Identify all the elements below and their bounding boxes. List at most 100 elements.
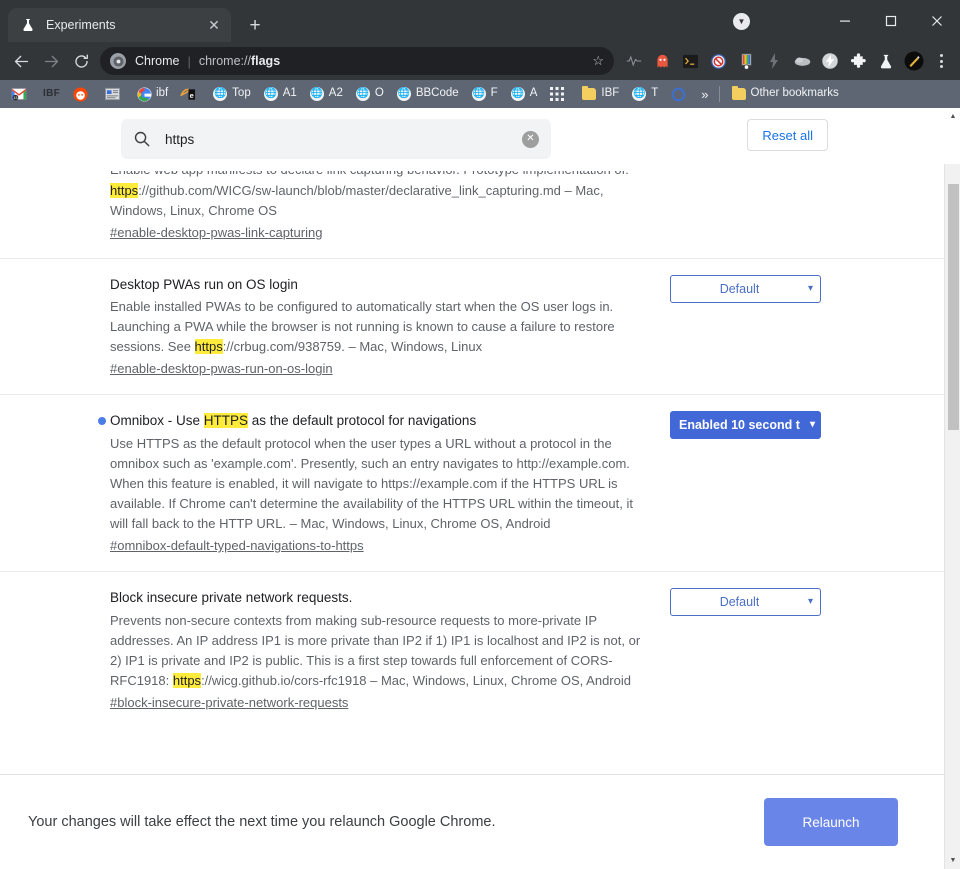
bookmark-gmail[interactable]: 13 (6, 83, 36, 105)
bookmark-bbcode[interactable]: 🌐 BBCode (391, 83, 464, 105)
desc-post: ://github.com/WICG/sw-launch/blob/master… (110, 183, 604, 218)
flags-list: Mac, Windows, Linux, Chrome OS, Android … (0, 108, 944, 768)
flag-row: Desktop PWAs run on OS login Enable inst… (0, 259, 944, 396)
flag-control: Enabled 10 second ti ▾ (650, 411, 916, 555)
flag-select[interactable]: Default ▾ (670, 275, 821, 303)
chevron-down-icon: ▾ (808, 284, 813, 294)
back-icon[interactable] (6, 46, 36, 76)
url-prefix: chrome:// (199, 54, 251, 68)
search-input[interactable]: https (165, 132, 522, 147)
extensions-strip (620, 46, 954, 76)
address-bar[interactable]: Chrome | chrome://flags ☆ (100, 47, 614, 75)
bookmark-refresh[interactable] (665, 83, 695, 105)
flags-viewport: Mac, Windows, Linux, Chrome OS, Android … (0, 108, 944, 869)
flag-row: Block insecure private network requests.… (0, 572, 944, 728)
google-icon (136, 86, 152, 102)
forward-icon[interactable] (36, 46, 66, 76)
omnibox-url: chrome://flags (199, 54, 592, 68)
bookmark-top[interactable]: 🌐 Top (207, 83, 256, 105)
window-controls-area: ▼ (733, 0, 960, 42)
minimize-button[interactable] (822, 0, 868, 42)
bookmark-o[interactable]: 🌐 O (350, 83, 389, 105)
news-icon (104, 86, 120, 102)
bookmark-label: O (375, 88, 384, 100)
flag-select[interactable]: Enabled 10 second ti ▾ (670, 411, 821, 439)
bookmark-news[interactable] (99, 83, 129, 105)
ext-pulse-icon[interactable] (622, 49, 646, 73)
globe-icon: 🌐 (471, 86, 487, 102)
browser-window: Experiments ✕ + ▼ (0, 0, 960, 869)
flag-description: Enable installed PWAs to be configured t… (110, 297, 650, 357)
reddit-icon (72, 86, 88, 102)
ext-terminal-icon[interactable] (678, 49, 702, 73)
chrome-flags-page: Mac, Windows, Linux, Chrome OS, Android … (0, 108, 960, 869)
apps-grid-icon (549, 86, 565, 102)
refresh-circle-icon (670, 86, 686, 102)
ext-blocker-icon[interactable] (706, 49, 730, 73)
bookmark-label: T (651, 88, 658, 100)
ext-puzzle-icon[interactable] (846, 49, 870, 73)
svg-text:13: 13 (13, 96, 17, 100)
search-match-highlight: HTTPS (204, 413, 248, 428)
chrome-logo-icon (110, 53, 126, 69)
bookmark-f[interactable]: 🌐 F (466, 83, 503, 105)
bookmark-a2[interactable]: 🌐 A2 (304, 83, 348, 105)
globe-icon: 🌐 (510, 86, 526, 102)
new-tab-button[interactable]: + (241, 11, 269, 39)
bookmark-a1[interactable]: 🌐 A1 (258, 83, 302, 105)
flag-select[interactable]: Default ▾ (670, 588, 821, 616)
title-post: as the default protocol for navigations (248, 413, 476, 428)
ext-ghostery-icon[interactable] (650, 49, 674, 73)
relaunch-button[interactable]: Relaunch (764, 798, 898, 846)
folder-icon (581, 86, 597, 102)
close-icon[interactable]: ✕ (205, 16, 223, 34)
reset-all-button[interactable]: Reset all (747, 119, 828, 151)
chevron-down-icon: ▾ (808, 597, 813, 607)
bookmark-label: ibf (156, 88, 168, 100)
scrollbar-thumb[interactable] (948, 184, 959, 430)
svg-text:e: e (190, 90, 194, 99)
ext-flash-icon[interactable] (818, 49, 842, 73)
ext-bolt-icon[interactable] (762, 49, 786, 73)
flag-anchor-link[interactable]: #enable-desktop-pwas-link-capturing (110, 225, 322, 240)
reload-icon[interactable] (66, 46, 96, 76)
scroll-up-arrow-icon[interactable]: ▲ (945, 108, 960, 125)
flag-row-modified: Omnibox - Use HTTPS as the default proto… (0, 395, 944, 572)
search-icon (133, 130, 151, 148)
bookmark-ibf-1[interactable]: IBF (38, 83, 65, 105)
bookmarks-overflow-icon[interactable]: » (697, 87, 712, 102)
modified-dot-icon (98, 417, 106, 425)
bookmark-folder-ibf[interactable]: IBF (576, 83, 624, 105)
bookmark-reddit[interactable] (67, 83, 97, 105)
chrome-menu-icon[interactable] (928, 46, 954, 76)
bookmark-t[interactable]: 🌐 T (626, 83, 663, 105)
relaunch-message: Your changes will take effect the next t… (28, 814, 764, 830)
bookmark-google-ibf[interactable]: ibf (131, 83, 173, 105)
ext-flask-icon[interactable] (874, 49, 898, 73)
page-scrollbar[interactable]: ▲ ▼ (944, 108, 960, 869)
flag-anchor-link[interactable]: #enable-desktop-pwas-run-on-os-login (110, 361, 333, 376)
bookmark-label: A1 (283, 88, 297, 100)
maximize-button[interactable] (868, 0, 914, 42)
flag-anchor-link[interactable]: #block-insecure-private-network-requests (110, 695, 348, 710)
bookmark-other-folder[interactable]: Other bookmarks (726, 83, 844, 105)
title-pre: Omnibox - Use (110, 413, 204, 428)
scroll-down-arrow-icon[interactable]: ▼ (945, 852, 960, 869)
flag-title: Desktop PWAs run on OS login (110, 275, 650, 295)
bookmark-a[interactable]: 🌐 A (505, 83, 543, 105)
flag-anchor-link[interactable]: #omnibox-default-typed-navigations-to-ht… (110, 538, 364, 553)
ext-cloud-icon[interactable] (790, 49, 814, 73)
ext-profile-icon[interactable] (902, 49, 926, 73)
clear-search-icon[interactable]: ✕ (522, 131, 539, 148)
flag-select-value: Default (720, 595, 760, 609)
ext-colorpicker-icon[interactable] (734, 49, 758, 73)
bookmark-apps[interactable] (544, 83, 574, 105)
close-button[interactable] (914, 0, 960, 42)
chevron-down-circle-icon[interactable]: ▼ (733, 13, 750, 30)
tab-experiments[interactable]: Experiments ✕ (8, 8, 231, 42)
flag-title: Block insecure private network requests. (110, 588, 650, 608)
search-input-wrapper[interactable]: https ✕ (121, 119, 551, 159)
gmail-icon: 13 (11, 86, 27, 102)
bookmark-ebay[interactable]: e (175, 83, 205, 105)
bookmark-star-icon[interactable]: ☆ (592, 53, 604, 69)
